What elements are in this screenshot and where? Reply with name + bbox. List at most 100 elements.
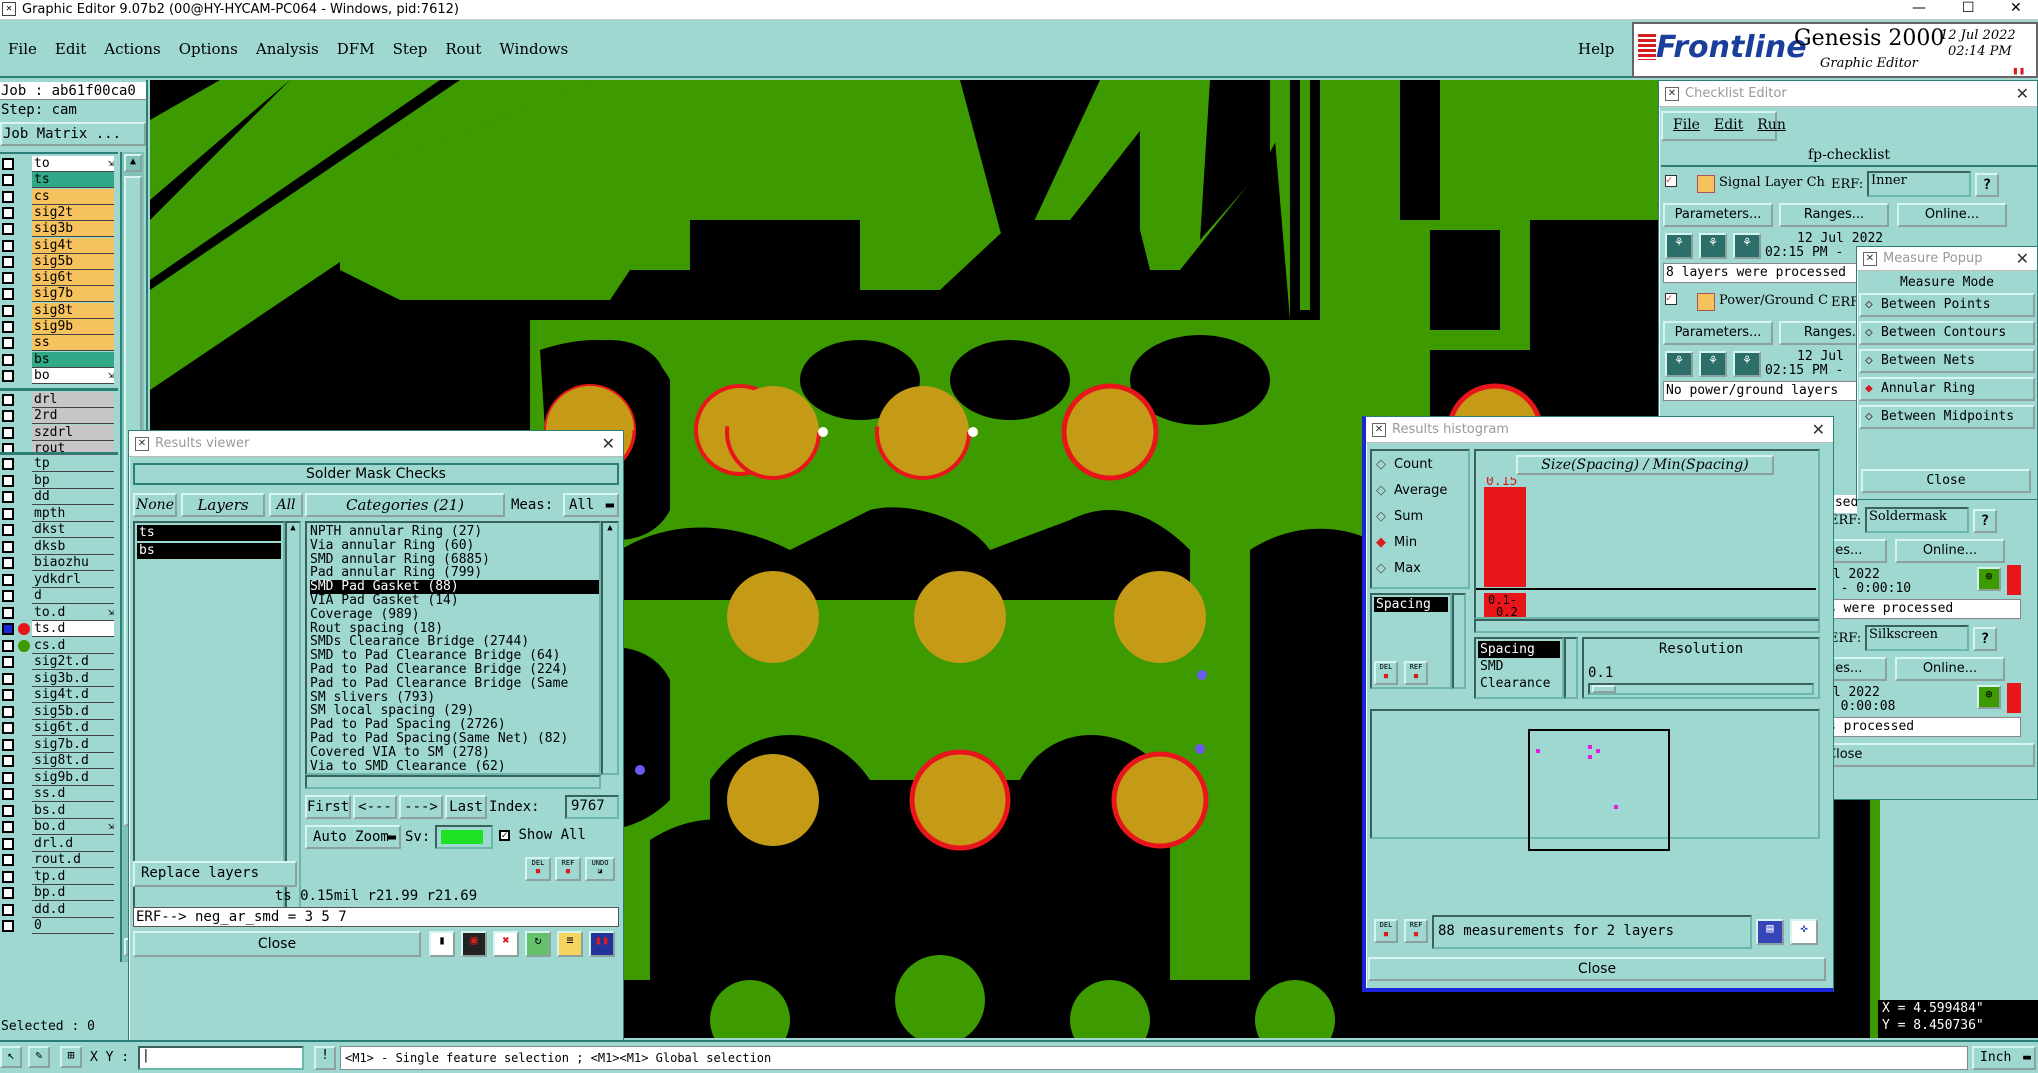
category-item[interactable]: SMDs Clearance Bridge (2744) — [310, 635, 599, 649]
next-button[interactable]: ---> — [399, 795, 443, 819]
layer-checkbox[interactable] — [2, 337, 14, 350]
checklist-menu-run[interactable]: Run — [1757, 117, 1786, 139]
layer-checkbox[interactable] — [2, 491, 14, 503]
run-step-icon[interactable]: ⚘ — [1699, 233, 1727, 259]
online-button[interactable]: Online... — [1895, 657, 2005, 681]
layer-checkbox[interactable] — [2, 304, 14, 317]
stat-option[interactable]: ◇ Sum — [1372, 509, 1468, 535]
layer-row-sig8t.d[interactable]: sig8t.d — [0, 753, 118, 769]
layer-row-sig4t[interactable]: sig4t — [0, 237, 118, 254]
category-item[interactable]: Rout spacing (18) — [310, 621, 599, 636]
layer-row-bs[interactable]: bs — [0, 351, 118, 368]
layer-checkbox[interactable] — [2, 369, 14, 382]
layer-row-d[interactable]: d — [0, 588, 118, 604]
histogram-icon[interactable]: ▮▮ — [589, 931, 615, 957]
categories-hscrollbar[interactable] — [305, 775, 601, 789]
layer-checkbox[interactable] — [2, 321, 14, 333]
draw-tool-icon[interactable]: ✎ — [28, 1046, 50, 1068]
close-window-button[interactable]: ✕ — [2010, 0, 2022, 16]
layer-checkbox[interactable] — [2, 474, 14, 487]
help-icon[interactable]: ? — [1973, 627, 1997, 651]
categories-scrollbar[interactable]: ▲ — [601, 521, 619, 775]
ref-icon[interactable]: REF ■ — [1404, 919, 1428, 943]
layer-row-ss[interactable]: ss — [0, 335, 118, 352]
layer-row-bo.d[interactable]: bo.d ⇲ — [0, 819, 118, 835]
category-item[interactable]: SM slivers (793) — [310, 690, 599, 705]
attribute-list-scrollbar[interactable] — [1564, 637, 1578, 699]
categories-button[interactable]: Categories (21) — [305, 493, 505, 517]
layer-checkbox[interactable] — [2, 903, 14, 916]
menu-dfm[interactable]: DFM — [337, 40, 375, 58]
layer-checkbox[interactable] — [2, 920, 14, 932]
layer-checkbox[interactable] — [2, 507, 14, 520]
layer-row-ts[interactable]: ts — [0, 172, 118, 189]
layer-row-sig9b[interactable]: sig9b — [0, 319, 118, 335]
layer-row-sig4t.d[interactable]: sig4t.d — [0, 687, 118, 703]
layer-row-sig6t.d[interactable]: sig6t.d — [0, 720, 118, 736]
del-icon[interactable]: DEL ■ — [1374, 661, 1398, 685]
ranges-button[interactable]: ges... — [1825, 539, 1887, 563]
erf-input[interactable]: Soldermask — [1865, 507, 1969, 533]
menu-file[interactable]: File — [8, 40, 37, 58]
layer-checkbox[interactable] — [2, 524, 14, 536]
layer-row-dkst[interactable]: dkst — [0, 522, 118, 538]
stat-option[interactable]: ◇ Max — [1372, 561, 1468, 587]
category-item[interactable]: Pad to Pad Clearance Bridge (Same — [310, 676, 599, 691]
help-icon[interactable]: ? — [1973, 509, 1997, 533]
layer-checkbox[interactable] — [2, 804, 14, 817]
category-item[interactable]: Coverage (989) — [310, 607, 599, 622]
run-icon[interactable]: ⚘ — [1665, 233, 1693, 259]
menu-edit[interactable]: Edit — [55, 40, 86, 58]
stat-option[interactable]: ◇ Average — [1372, 483, 1468, 509]
menu-options[interactable]: Options — [179, 40, 238, 58]
layer-row-bp[interactable]: bp — [0, 472, 118, 489]
layer-checkbox[interactable] — [2, 174, 14, 187]
attribute-list[interactable]: Spacing SMD Clearance — [1474, 637, 1564, 699]
category-item[interactable]: Pad annular Ring (799) — [310, 566, 599, 580]
layer-row-biaozhu[interactable]: biaozhu — [0, 555, 118, 571]
category-item[interactable]: SMD annular Ring (6885) — [310, 552, 599, 567]
layer-checkbox[interactable] — [2, 272, 14, 285]
export-icon[interactable]: ▤ — [1756, 919, 1784, 945]
layer-list[interactable]: ts bs — [133, 521, 285, 911]
layer-row-dd[interactable]: dd — [0, 489, 118, 505]
category-item[interactable]: VIA Pad Gasket (14) — [310, 594, 599, 608]
layer-checkbox[interactable] — [2, 606, 14, 619]
meas-dropdown[interactable]: All ▬ — [563, 493, 619, 517]
layer-row-sig2t[interactable]: sig2t — [0, 204, 118, 221]
layer-checkbox[interactable] — [2, 288, 14, 301]
layer-row-sig6t[interactable]: sig6t — [0, 270, 118, 287]
list-item[interactable]: Spacing — [1374, 597, 1448, 612]
measure-close-button[interactable]: Close — [1861, 469, 2031, 493]
layer-checkbox[interactable] — [2, 239, 14, 252]
checklist-close-icon[interactable]: ✕ — [2016, 81, 2029, 107]
layer-checkbox[interactable] — [2, 206, 14, 219]
list-item[interactable]: Spacing — [1478, 641, 1560, 658]
layer-row-ts.d[interactable]: ts.d — [0, 621, 118, 637]
layer-row-sig5b.d[interactable]: sig5b.d — [0, 703, 118, 720]
layer-row-ydkdrl[interactable]: ydkdrl — [0, 571, 118, 588]
none-button[interactable]: None — [133, 493, 177, 517]
layer-checkbox[interactable] — [2, 672, 14, 685]
layer-row-sig9b.d[interactable]: sig9b.d — [0, 769, 118, 786]
ranges-button[interactable]: Ranges... — [1779, 203, 1889, 227]
online-button[interactable]: Online... — [1897, 203, 2007, 227]
prev-button[interactable]: <--- — [353, 795, 397, 819]
categories-list[interactable]: NPTH annular Ring (27) Via annular Ring (… — [305, 521, 601, 775]
layer-checkbox[interactable] — [2, 623, 14, 635]
layer-checkbox[interactable] — [2, 656, 14, 668]
parameters-button[interactable]: Parameters... — [1663, 321, 1773, 345]
layer-row-sig7b[interactable]: sig7b — [0, 286, 118, 303]
zoom-icon[interactable]: ⊕ — [1977, 567, 2001, 591]
layer-checkbox[interactable] — [2, 540, 14, 553]
layer-checkbox[interactable] — [2, 837, 14, 850]
layer-row-to.d[interactable]: to.d ⇲ — [0, 604, 118, 621]
layer-list-scrollbar[interactable]: ▲ — [285, 521, 301, 911]
erf-input[interactable]: Inner — [1867, 171, 1971, 197]
del-icon[interactable]: DEL ■ — [525, 857, 551, 881]
layer-row-tp[interactable]: tp — [0, 456, 118, 472]
category-item[interactable]: Via annular Ring (60) — [310, 538, 599, 553]
info-icon[interactable]: ! — [314, 1046, 336, 1070]
layer-checkbox[interactable] — [2, 426, 14, 439]
layer-row-rout.d[interactable]: rout.d — [0, 852, 118, 868]
